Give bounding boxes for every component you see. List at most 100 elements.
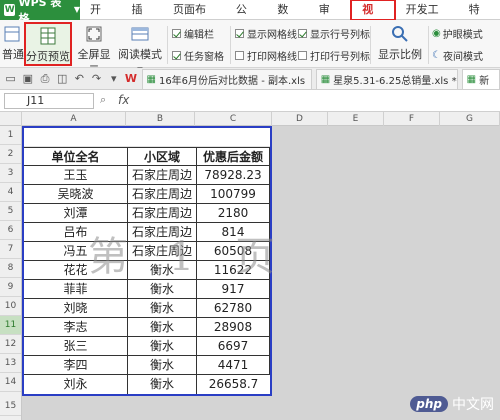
table-cell[interactable]: 衡水 xyxy=(128,375,197,394)
app-menu-button[interactable]: W WPS 表格 ▼ xyxy=(0,0,81,25)
row-header-selected[interactable]: 11 xyxy=(0,316,21,335)
column-header[interactable]: D xyxy=(272,112,328,126)
column-header[interactable]: E xyxy=(328,112,384,126)
more-chevron-icon[interactable]: ▾ xyxy=(107,72,120,86)
column-header[interactable]: B xyxy=(126,112,195,126)
print-row-col-headers-checkbox[interactable]: 打印行号列标 xyxy=(298,48,370,63)
folder-icon[interactable]: ▭ xyxy=(4,72,17,86)
table-cell[interactable]: 吕布 xyxy=(24,223,128,242)
preview-icon[interactable]: ◫ xyxy=(56,72,69,86)
row-header[interactable]: 15 xyxy=(0,397,21,416)
table-header-cell[interactable]: 单位全名 xyxy=(24,147,128,166)
table-cell[interactable]: 石家庄周边 xyxy=(128,223,197,242)
tab-data[interactable]: 数据 xyxy=(267,0,308,36)
column-header[interactable]: A xyxy=(22,112,126,126)
table-cell[interactable]: 2180 xyxy=(197,204,270,223)
table-cell[interactable]: 刘潭 xyxy=(24,204,128,223)
row-header[interactable]: 13 xyxy=(0,354,21,373)
table-cell[interactable]: 衡水 xyxy=(128,318,197,337)
table-cell[interactable]: 王玉 xyxy=(24,166,128,185)
table-cell[interactable]: 刘晓 xyxy=(24,299,128,318)
table-cell[interactable]: 衡水 xyxy=(128,356,197,375)
row-header[interactable]: 9 xyxy=(0,278,21,297)
save-icon[interactable]: ▣ xyxy=(21,72,34,86)
doc-tab[interactable]: ▦ 星泉5.31-6.25总销量.xls * × xyxy=(315,68,458,89)
table-cell[interactable]: 62780 xyxy=(197,299,270,318)
table-cell[interactable]: 917 xyxy=(197,280,270,299)
zoom-icon[interactable]: ⌕ xyxy=(100,93,106,107)
table-cell[interactable]: 28908 xyxy=(197,318,270,337)
reading-mode-button[interactable]: 阅读模式 ▼ xyxy=(116,22,164,74)
tab-review[interactable]: 审阅 xyxy=(309,0,350,36)
table-cell[interactable]: 11622 xyxy=(197,261,270,280)
close-icon[interactable]: × xyxy=(310,74,311,85)
row-header[interactable]: 2 xyxy=(0,145,21,164)
edit-bar-checkbox[interactable]: 编辑栏 xyxy=(172,26,214,41)
table-header-cell[interactable]: 优惠后金额 xyxy=(197,147,270,166)
table-cell[interactable]: 78928.23 xyxy=(197,166,270,185)
tab-developer[interactable]: 开发工具 xyxy=(396,0,459,36)
task-pane-checkbox[interactable]: 任务窗格 xyxy=(172,48,224,63)
table-cell[interactable]: 冯五 xyxy=(24,242,128,261)
print-page-area[interactable]: 单位全名 小区域 优惠后金额 王玉 石家庄周边 78928.23 吴晓波 石家庄… xyxy=(22,126,272,396)
table-cell[interactable]: 衡水 xyxy=(128,337,197,356)
row-header[interactable]: 12 xyxy=(0,335,21,354)
doc-tab-active[interactable]: ▦ 新 xyxy=(461,68,500,89)
name-box[interactable]: J11 xyxy=(4,93,94,109)
table-cell[interactable]: 吴晓波 xyxy=(24,185,128,204)
redo-icon[interactable]: ↷ xyxy=(90,72,103,86)
tab-special[interactable]: 特色 xyxy=(459,0,500,36)
table-header-cell[interactable]: 小区域 xyxy=(128,147,197,166)
column-header[interactable]: F xyxy=(384,112,440,126)
row-header[interactable]: 1 xyxy=(0,126,21,145)
row-header[interactable]: 4 xyxy=(0,183,21,202)
table-cell[interactable]: 张三 xyxy=(24,337,128,356)
row-header[interactable]: 10 xyxy=(0,297,21,316)
row-header[interactable]: 8 xyxy=(0,259,21,278)
table-cell[interactable]: 814 xyxy=(197,223,270,242)
table-cell[interactable]: 60508 xyxy=(197,242,270,261)
tab-page-layout[interactable]: 页面布局 xyxy=(163,0,226,36)
tab-formulas[interactable]: 公式 xyxy=(226,0,267,36)
table-cell[interactable]: 26658.7 xyxy=(197,375,270,394)
page-break-preview-button[interactable]: 分页预览 xyxy=(24,22,72,66)
select-all-corner[interactable] xyxy=(0,112,22,126)
row-header[interactable]: 5 xyxy=(0,202,21,221)
table-cell[interactable]: 6697 xyxy=(197,337,270,356)
row-header[interactable]: 14 xyxy=(0,373,21,392)
undo-icon[interactable]: ↶ xyxy=(73,72,86,86)
table-cell[interactable]: 衡水 xyxy=(128,261,197,280)
night-mode-button[interactable]: ☾ 夜间模式 xyxy=(432,48,483,63)
row-header[interactable]: 3 xyxy=(0,164,21,183)
tab-home[interactable]: 开始 xyxy=(80,0,121,36)
column-header[interactable]: G xyxy=(440,112,500,126)
table-cell[interactable]: 石家庄周边 xyxy=(128,204,197,223)
table-cell[interactable]: 100799 xyxy=(197,185,270,204)
fx-label[interactable]: fx xyxy=(118,93,129,107)
table-cell[interactable]: 衡水 xyxy=(128,299,197,318)
table-cell[interactable]: 刘永 xyxy=(24,375,128,394)
show-gridlines-checkbox[interactable]: 显示网格线 xyxy=(235,26,297,41)
eye-protect-button[interactable]: ◉ 护眼模式 xyxy=(432,26,483,41)
show-row-col-headers-checkbox[interactable]: 显示行号列标 xyxy=(298,26,370,41)
doc-tab[interactable]: ▦ 16年6月份后对比数据 - 副本.xls × xyxy=(141,68,312,89)
column-header[interactable]: C xyxy=(195,112,272,126)
row-header[interactable]: 6 xyxy=(0,221,21,240)
table-cell[interactable]: 4471 xyxy=(197,356,270,375)
table-cell[interactable]: 李四 xyxy=(24,356,128,375)
table-cell[interactable]: 石家庄周边 xyxy=(128,242,197,261)
table-cell[interactable]: 衡水 xyxy=(128,280,197,299)
table-cell[interactable]: 李志 xyxy=(24,318,128,337)
show-ratio-button[interactable]: 显示比例 xyxy=(374,22,426,66)
full-screen-button[interactable]: 全屏显示 xyxy=(74,22,114,77)
table-cell[interactable]: 石家庄周边 xyxy=(128,185,197,204)
table-cell[interactable]: 石家庄周边 xyxy=(128,166,197,185)
table-cell[interactable]: 菲菲 xyxy=(24,280,128,299)
normal-view-button[interactable]: 普通 xyxy=(2,22,24,66)
table-cell[interactable]: 花花 xyxy=(24,261,128,280)
tab-insert[interactable]: 插入 xyxy=(122,0,163,36)
row-header[interactable]: 7 xyxy=(0,240,21,259)
print-icon[interactable]: ⎙ xyxy=(38,72,51,86)
print-gridlines-checkbox[interactable]: 打印网格线 xyxy=(235,48,297,63)
tab-view[interactable]: 视图 xyxy=(350,0,396,34)
